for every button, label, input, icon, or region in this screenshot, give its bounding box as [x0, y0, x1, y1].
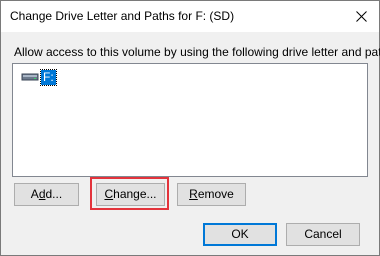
change-access-key: C: [104, 187, 114, 201]
drive-icon: [21, 73, 39, 81]
close-icon: [356, 11, 367, 22]
add-access-key: d: [38, 187, 46, 201]
change-button[interactable]: Change...: [96, 183, 165, 206]
title-bar: Change Drive Letter and Paths for F: (SD…: [1, 1, 379, 32]
list-item-label: F:: [40, 68, 57, 86]
add-label-post: d...: [45, 187, 63, 201]
dialog-window: Change Drive Letter and Paths for F: (SD…: [0, 0, 380, 256]
change-label-post: hange...: [113, 187, 157, 201]
ok-button[interactable]: OK: [203, 223, 277, 246]
dialog-title: Change Drive Letter and Paths for F: (SD…: [10, 9, 235, 23]
add-button[interactable]: Add...: [14, 183, 79, 206]
drive-paths-list[interactable]: F:: [12, 63, 368, 177]
remove-button[interactable]: Remove: [177, 183, 246, 206]
remove-label-post: emove: [197, 187, 234, 201]
close-button[interactable]: [343, 1, 379, 32]
add-label-pre: A: [30, 187, 39, 201]
remove-access-key: R: [189, 187, 198, 201]
list-item[interactable]: F:: [21, 68, 57, 86]
instruction-text: Allow access to this volume by using the…: [14, 45, 380, 59]
cancel-button[interactable]: Cancel: [286, 223, 360, 246]
